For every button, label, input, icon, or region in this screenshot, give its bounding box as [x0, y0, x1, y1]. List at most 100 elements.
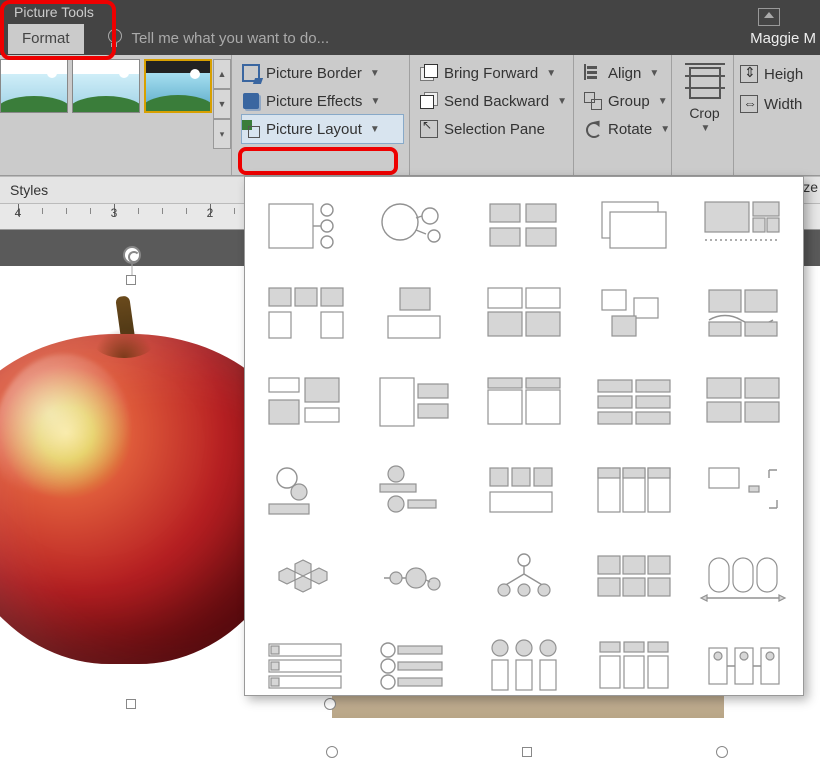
- picture-styles-gallery: ▲ ▼ ▾: [0, 55, 232, 175]
- layout-option-11[interactable]: [253, 361, 357, 443]
- chevron-down-icon: ▼: [649, 68, 659, 79]
- picture-layout-button[interactable]: Picture Layout▼: [242, 115, 403, 143]
- lightbulb-icon: [106, 29, 122, 49]
- layout-option-3[interactable]: [472, 185, 576, 267]
- layout-option-13[interactable]: [472, 361, 576, 443]
- layout-option-26[interactable]: [253, 625, 357, 707]
- resize-handle[interactable]: [326, 746, 338, 758]
- ruler-num: 2: [207, 206, 214, 220]
- layout-option-8[interactable]: [472, 273, 576, 355]
- layout-option-22[interactable]: [363, 537, 467, 619]
- align-label: Align: [608, 65, 641, 82]
- gallery-scroll: ▲ ▼ ▾: [213, 59, 231, 149]
- size-pane-fragment: ze: [803, 179, 818, 195]
- chevron-down-icon: ▼: [370, 68, 380, 79]
- picture-style-thumb[interactable]: [0, 59, 68, 113]
- send-backward-button[interactable]: Send Backward ▼: [420, 87, 567, 115]
- layout-option-19[interactable]: [582, 449, 686, 531]
- resize-handle[interactable]: [522, 747, 532, 757]
- ruler-num: 4: [15, 206, 22, 220]
- width-field[interactable]: Width: [740, 89, 803, 119]
- rotate-button[interactable]: Rotate▼: [584, 115, 665, 143]
- gallery-expand[interactable]: ▾: [213, 119, 231, 149]
- tab-format[interactable]: Format: [8, 24, 84, 54]
- styles-label: Styles: [10, 182, 48, 198]
- align-group: Align▼ Group▼ Rotate▼: [574, 55, 672, 175]
- layout-option-28[interactable]: [472, 625, 576, 707]
- picture-style-thumb[interactable]: [72, 59, 140, 113]
- resize-handle[interactable]: [126, 699, 136, 709]
- resize-handle[interactable]: [716, 746, 728, 758]
- tell-me-search[interactable]: Tell me what you want to do...: [132, 30, 330, 47]
- layout-option-9[interactable]: [582, 273, 686, 355]
- selection-pane-icon: [420, 120, 438, 138]
- height-icon: [740, 65, 758, 83]
- crop-label[interactable]: Crop: [680, 105, 729, 121]
- ribbon: ▲ ▼ ▾ Picture Border▼ Picture Effects ▼ P…: [0, 55, 820, 176]
- layout-option-6[interactable]: [253, 273, 357, 355]
- layout-option-23[interactable]: [472, 537, 576, 619]
- layout-option-20[interactable]: [691, 449, 795, 531]
- send-backward-icon: [420, 92, 438, 110]
- rotate-label: Rotate: [608, 121, 652, 138]
- rotate-icon: [584, 120, 602, 138]
- crop-group: Crop ▼: [672, 55, 734, 175]
- layout-option-18[interactable]: [472, 449, 576, 531]
- group-icon: [584, 92, 602, 110]
- ruler-num: 3: [111, 206, 118, 220]
- layout-option-16[interactable]: [253, 449, 357, 531]
- layout-option-7[interactable]: [363, 273, 467, 355]
- chevron-down-icon[interactable]: ▼: [682, 123, 729, 134]
- apple-highlight: [0, 354, 134, 524]
- layout-option-29[interactable]: [582, 625, 686, 707]
- chevron-down-icon: ▼: [546, 68, 556, 79]
- selection-pane-button[interactable]: Selection Pane: [420, 115, 567, 143]
- height-field[interactable]: Heigh: [740, 59, 803, 89]
- picture-style-thumb-selected[interactable]: [144, 59, 212, 113]
- chevron-down-icon: ▼: [660, 124, 670, 135]
- picture-effects-label: Picture Effects: [266, 93, 362, 110]
- layout-option-27[interactable]: [363, 625, 467, 707]
- crop-icon[interactable]: [685, 63, 725, 103]
- layout-option-15[interactable]: [691, 361, 795, 443]
- picture-effects-button[interactable]: Picture Effects ▼: [242, 87, 403, 115]
- rotate-handle[interactable]: [123, 246, 141, 264]
- bring-forward-button[interactable]: Bring Forward ▼: [420, 59, 567, 87]
- layout-option-21[interactable]: [253, 537, 357, 619]
- align-button[interactable]: Align ▼: [584, 59, 665, 87]
- layout-option-24[interactable]: [582, 537, 686, 619]
- bring-forward-icon: [420, 64, 438, 82]
- picture-layout-gallery: [244, 176, 804, 696]
- gallery-scroll-up[interactable]: ▲: [213, 59, 231, 89]
- chevron-down-icon: ▼: [557, 96, 567, 107]
- layout-option-10[interactable]: [691, 273, 795, 355]
- layout-option-30[interactable]: [691, 625, 795, 707]
- layout-option-12[interactable]: [363, 361, 467, 443]
- title-bar: Picture Tools Format Tell me what you wa…: [0, 0, 820, 55]
- picture-commands-group: Picture Border▼ Picture Effects ▼ Picture…: [232, 55, 410, 175]
- layout-option-25[interactable]: [691, 537, 795, 619]
- contextual-tab-title: Picture Tools: [14, 4, 94, 20]
- selection-handles-bottom: [332, 746, 724, 760]
- layout-option-2[interactable]: [363, 185, 467, 267]
- layout-option-14[interactable]: [582, 361, 686, 443]
- user-name[interactable]: Maggie M: [750, 30, 816, 47]
- layout-option-5[interactable]: [691, 185, 795, 267]
- send-backward-label: Send Backward: [444, 93, 549, 110]
- bring-forward-label: Bring Forward: [444, 65, 538, 82]
- layout-option-1[interactable]: [253, 185, 357, 267]
- resize-handle[interactable]: [126, 275, 136, 285]
- chevron-down-icon: ▼: [658, 96, 668, 107]
- layout-option-4[interactable]: [582, 185, 686, 267]
- chevron-down-icon: ▼: [370, 96, 380, 107]
- picture-border-button[interactable]: Picture Border▼: [242, 59, 403, 87]
- group-button[interactable]: Group▼: [584, 87, 665, 115]
- gallery-scroll-down[interactable]: ▼: [213, 89, 231, 119]
- picture-border-icon: [242, 64, 260, 82]
- arrange-group: Bring Forward ▼ Send Backward ▼ Selection …: [410, 55, 574, 175]
- layout-option-17[interactable]: [363, 449, 467, 531]
- picture-layout-icon: [242, 120, 260, 138]
- tell-me-placeholder: Tell me what you want to do...: [132, 30, 330, 47]
- selection-pane-label: Selection Pane: [444, 121, 545, 138]
- chevron-down-icon: ▼: [370, 124, 380, 135]
